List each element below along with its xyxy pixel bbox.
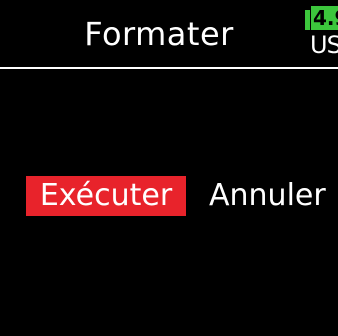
format-screen: Formater 4.9 USI Exécuter Annuler bbox=[0, 0, 338, 336]
dialog-actions: Exécuter Annuler bbox=[0, 176, 338, 220]
header-bar: Formater 4.9 USI bbox=[0, 0, 338, 69]
execute-button[interactable]: Exécuter bbox=[26, 176, 186, 216]
battery-indicator: 4.9 USI bbox=[305, 6, 338, 60]
header-divider bbox=[0, 67, 338, 69]
power-source-label: USI bbox=[310, 31, 338, 59]
cancel-button[interactable]: Annuler bbox=[209, 176, 327, 216]
battery-level-bar bbox=[305, 10, 310, 30]
page-title: Formater bbox=[84, 15, 234, 53]
battery-level-label: 4.9 bbox=[311, 6, 338, 30]
